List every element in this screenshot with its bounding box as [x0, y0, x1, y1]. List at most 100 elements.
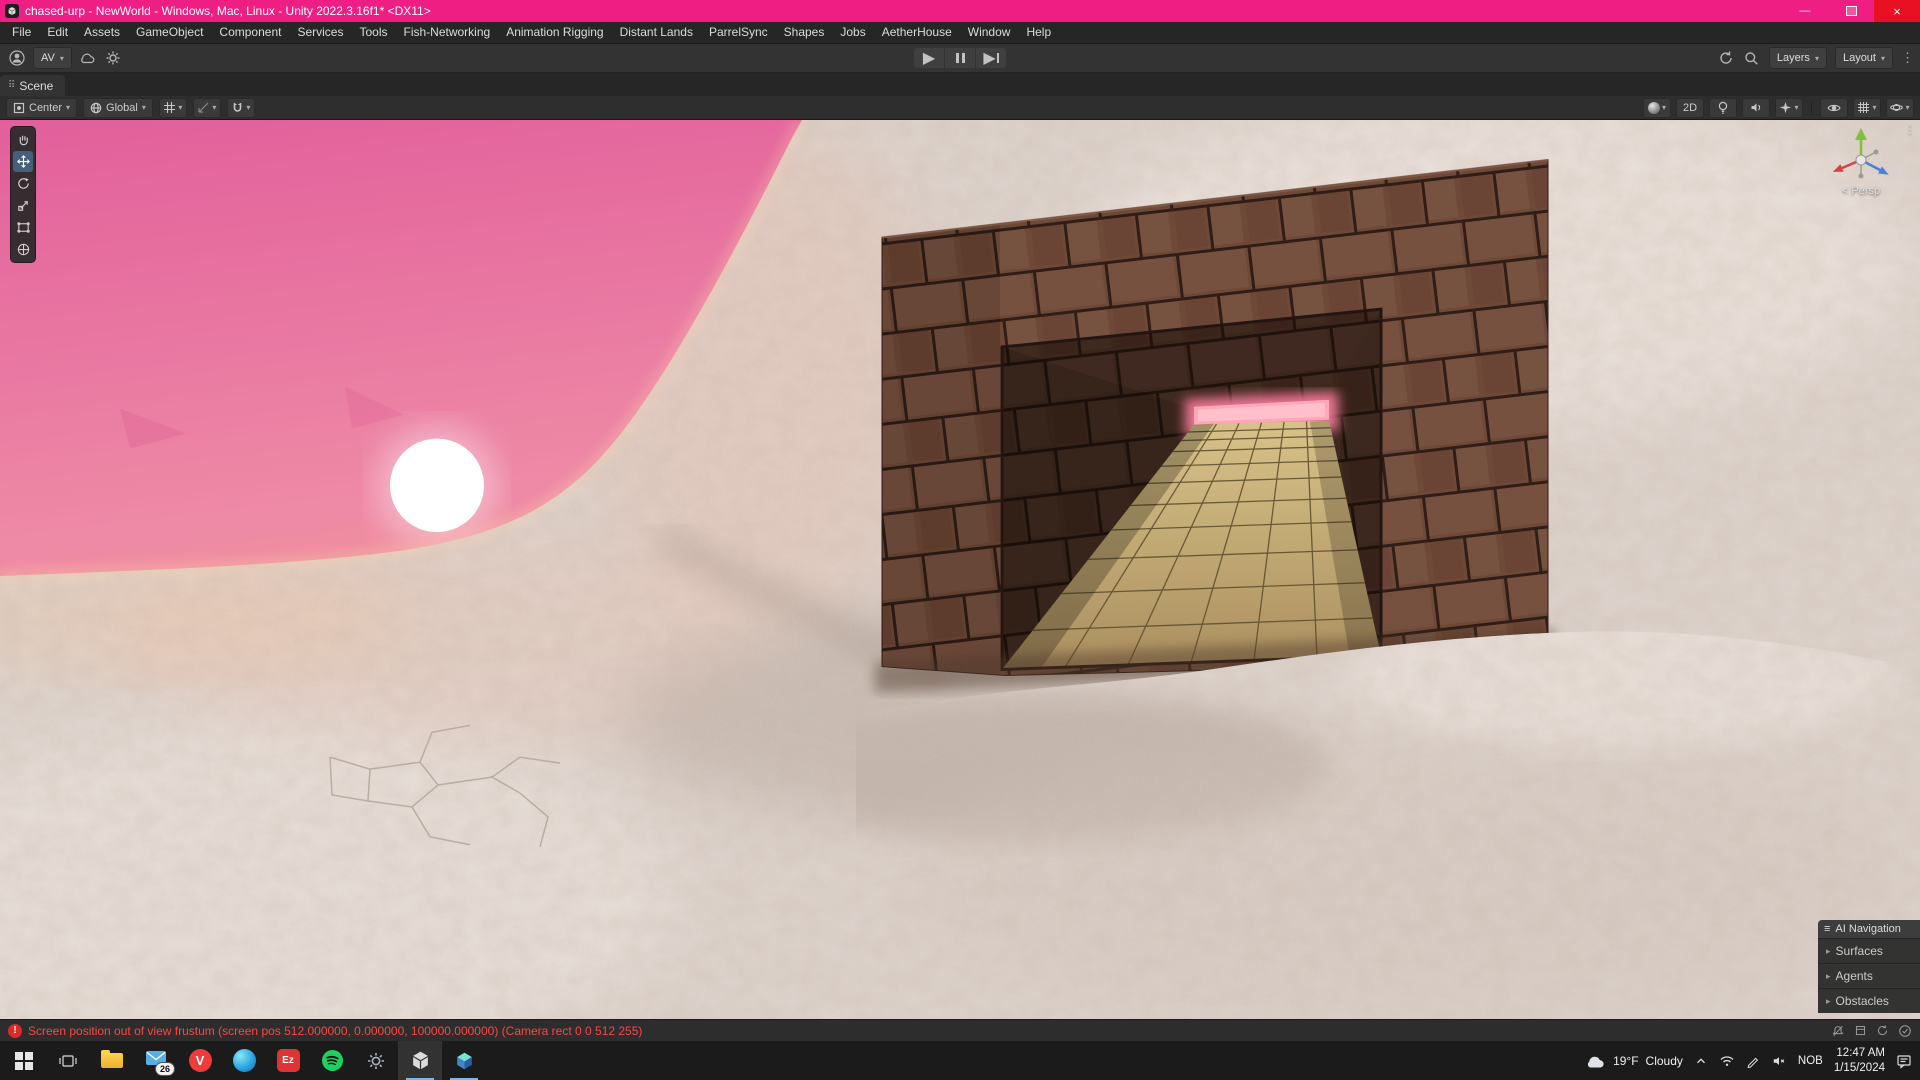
magnet-snap-dropdown[interactable]: ▾ [227, 98, 255, 118]
vivaldi-button[interactable]: V [178, 1041, 222, 1080]
title-bar[interactable]: chased-urp - NewWorld - Windows, Mac, Li… [0, 0, 1920, 22]
status-bar[interactable]: ! Screen position out of view frustum (s… [0, 1019, 1920, 1041]
hamburger-icon: ≡ [1824, 923, 1830, 935]
shading-mode-dropdown[interactable]: ▾ [1643, 98, 1671, 118]
start-button[interactable] [2, 1041, 46, 1080]
2d-toggle[interactable]: 2D [1676, 98, 1704, 118]
play-button[interactable]: ▶ [914, 48, 944, 68]
spotify-icon [321, 1049, 344, 1072]
view-hand-tool[interactable] [13, 129, 33, 150]
audio-toggle[interactable] [1742, 98, 1770, 118]
cloud-services-icon[interactable] [79, 49, 97, 67]
close-button[interactable]: × [1874, 0, 1920, 22]
pivot-mode-dropdown[interactable]: Center▾ [6, 98, 77, 118]
doorway[interactable] [1002, 309, 1381, 669]
edge-button[interactable] [222, 1041, 266, 1080]
viewport-menu-icon[interactable]: ⋮ [1904, 122, 1916, 136]
ai-nav-agents[interactable]: ▸ Agents [1818, 963, 1920, 988]
menu-gameobject[interactable]: GameObject [128, 22, 211, 43]
tab-scene[interactable]: ⠿ Scene [0, 75, 65, 96]
menu-edit[interactable]: Edit [39, 22, 76, 43]
move-tool[interactable] [13, 151, 33, 172]
menu-distant-lands[interactable]: Distant Lands [612, 22, 701, 43]
vivaldi-icon: V [189, 1049, 212, 1072]
unity-editor-button[interactable] [398, 1041, 442, 1080]
rect-tool[interactable] [13, 217, 33, 238]
mail-button[interactable]: 26 [134, 1041, 178, 1080]
playmode-controls: ▶ ▶ [914, 48, 1006, 68]
scale-tool[interactable] [13, 195, 33, 216]
menu-help[interactable]: Help [1018, 22, 1059, 43]
weather-widget[interactable]: 19°F Cloudy [1584, 1053, 1683, 1069]
menu-services[interactable]: Services [289, 22, 351, 43]
sun[interactable] [390, 439, 484, 533]
orientation-gizmo[interactable]: < Persp [1824, 124, 1898, 197]
menu-fish-networking[interactable]: Fish-Networking [395, 22, 498, 43]
tray-expand-chevron[interactable] [1694, 1054, 1708, 1068]
menu-component[interactable]: Component [211, 22, 289, 43]
menu-animation-rigging[interactable]: Animation Rigging [498, 22, 611, 43]
pen-icon[interactable] [1746, 1054, 1760, 1068]
account-avatar-icon[interactable] [8, 49, 26, 67]
gizmo-y-axis[interactable] [1855, 128, 1867, 140]
step-button[interactable]: ▶ [976, 48, 1006, 68]
unity-app-icon [5, 4, 19, 18]
settings-button[interactable] [354, 1041, 398, 1080]
maximize-button[interactable] [1828, 0, 1874, 22]
snap-increment-dropdown[interactable]: ▾ [193, 98, 221, 118]
menu-jobs[interactable]: Jobs [832, 22, 873, 43]
network-icon[interactable] [1719, 1054, 1735, 1067]
activity-check-icon[interactable] [1898, 1024, 1912, 1038]
file-explorer-button[interactable] [90, 1041, 134, 1080]
ai-nav-surfaces[interactable]: ▸ Surfaces [1818, 938, 1920, 963]
pause-button[interactable] [945, 48, 975, 68]
gizmo-x-axis[interactable] [1833, 164, 1844, 172]
scene-visibility-toggle[interactable] [1820, 98, 1848, 118]
search-icon[interactable] [1743, 49, 1761, 67]
gizmo-z-axis[interactable] [1878, 167, 1889, 175]
chevron-right-icon: ▸ [1826, 946, 1831, 957]
gizmos-dropdown[interactable]: ▾ [1886, 98, 1914, 118]
transform-tool[interactable] [13, 239, 33, 260]
lighting-toggle[interactable] [1709, 98, 1737, 118]
undo-history-icon[interactable] [1717, 49, 1735, 67]
layers-dropdown[interactable]: Layers▾ [1769, 47, 1827, 69]
task-view-button[interactable] [46, 1041, 90, 1080]
menu-assets[interactable]: Assets [76, 22, 128, 43]
windows-logo-icon [15, 1052, 33, 1070]
action-center-icon[interactable] [1896, 1053, 1912, 1069]
scene-canvas[interactable] [0, 120, 1920, 1019]
camera-projection-label[interactable]: < Persp [1824, 185, 1898, 197]
grid-visibility-dropdown[interactable]: ▾ [1853, 98, 1881, 118]
ai-nav-obstacles[interactable]: ▸ Obstacles [1818, 988, 1920, 1013]
rotate-tool[interactable] [13, 173, 33, 194]
notifications-muted-icon[interactable] [1831, 1024, 1845, 1038]
clock-widget[interactable]: 12:47 AM 1/15/2024 [1834, 1046, 1885, 1076]
ai-navigation-header[interactable]: ≡ AI Navigation [1818, 920, 1920, 938]
refresh-icon[interactable] [1876, 1024, 1889, 1037]
layout-dropdown[interactable]: Layout▾ [1835, 47, 1893, 69]
toolbar-overflow-icon[interactable]: ⋮ [1901, 50, 1914, 66]
minimize-button[interactable]: — [1782, 0, 1828, 22]
orientation-dropdown[interactable]: Global▾ [83, 98, 153, 118]
red-app-button[interactable]: Ez [266, 1041, 310, 1080]
account-dropdown[interactable]: AV▾ [33, 47, 72, 69]
menu-shapes[interactable]: Shapes [776, 22, 833, 43]
menu-aetherhouse[interactable]: AetherHouse [874, 22, 960, 43]
effects-dropdown[interactable]: ▾ [1775, 98, 1803, 118]
gear-icon[interactable] [104, 49, 122, 67]
menu-window[interactable]: Window [960, 22, 1019, 43]
red-app-icon: Ez [277, 1049, 300, 1072]
grid-snap-dropdown[interactable]: ▾ [159, 98, 187, 118]
menu-tools[interactable]: Tools [351, 22, 395, 43]
brick-structure[interactable] [882, 160, 1548, 676]
voxel-app-button[interactable] [442, 1041, 486, 1080]
keyboard-language[interactable]: NOB [1798, 1055, 1823, 1067]
menu-file[interactable]: File [4, 22, 39, 43]
scene-viewport[interactable]: < Persp ⋮ ≡ AI Navigation ▸ Surfaces ▸ A… [0, 120, 1920, 1019]
console-error-text[interactable]: Screen position out of view frustum (scr… [28, 1024, 642, 1038]
package-icon[interactable] [1854, 1024, 1867, 1037]
volume-muted-icon[interactable] [1771, 1054, 1787, 1068]
spotify-button[interactable] [310, 1041, 354, 1080]
menu-parrelsync[interactable]: ParrelSync [701, 22, 776, 43]
